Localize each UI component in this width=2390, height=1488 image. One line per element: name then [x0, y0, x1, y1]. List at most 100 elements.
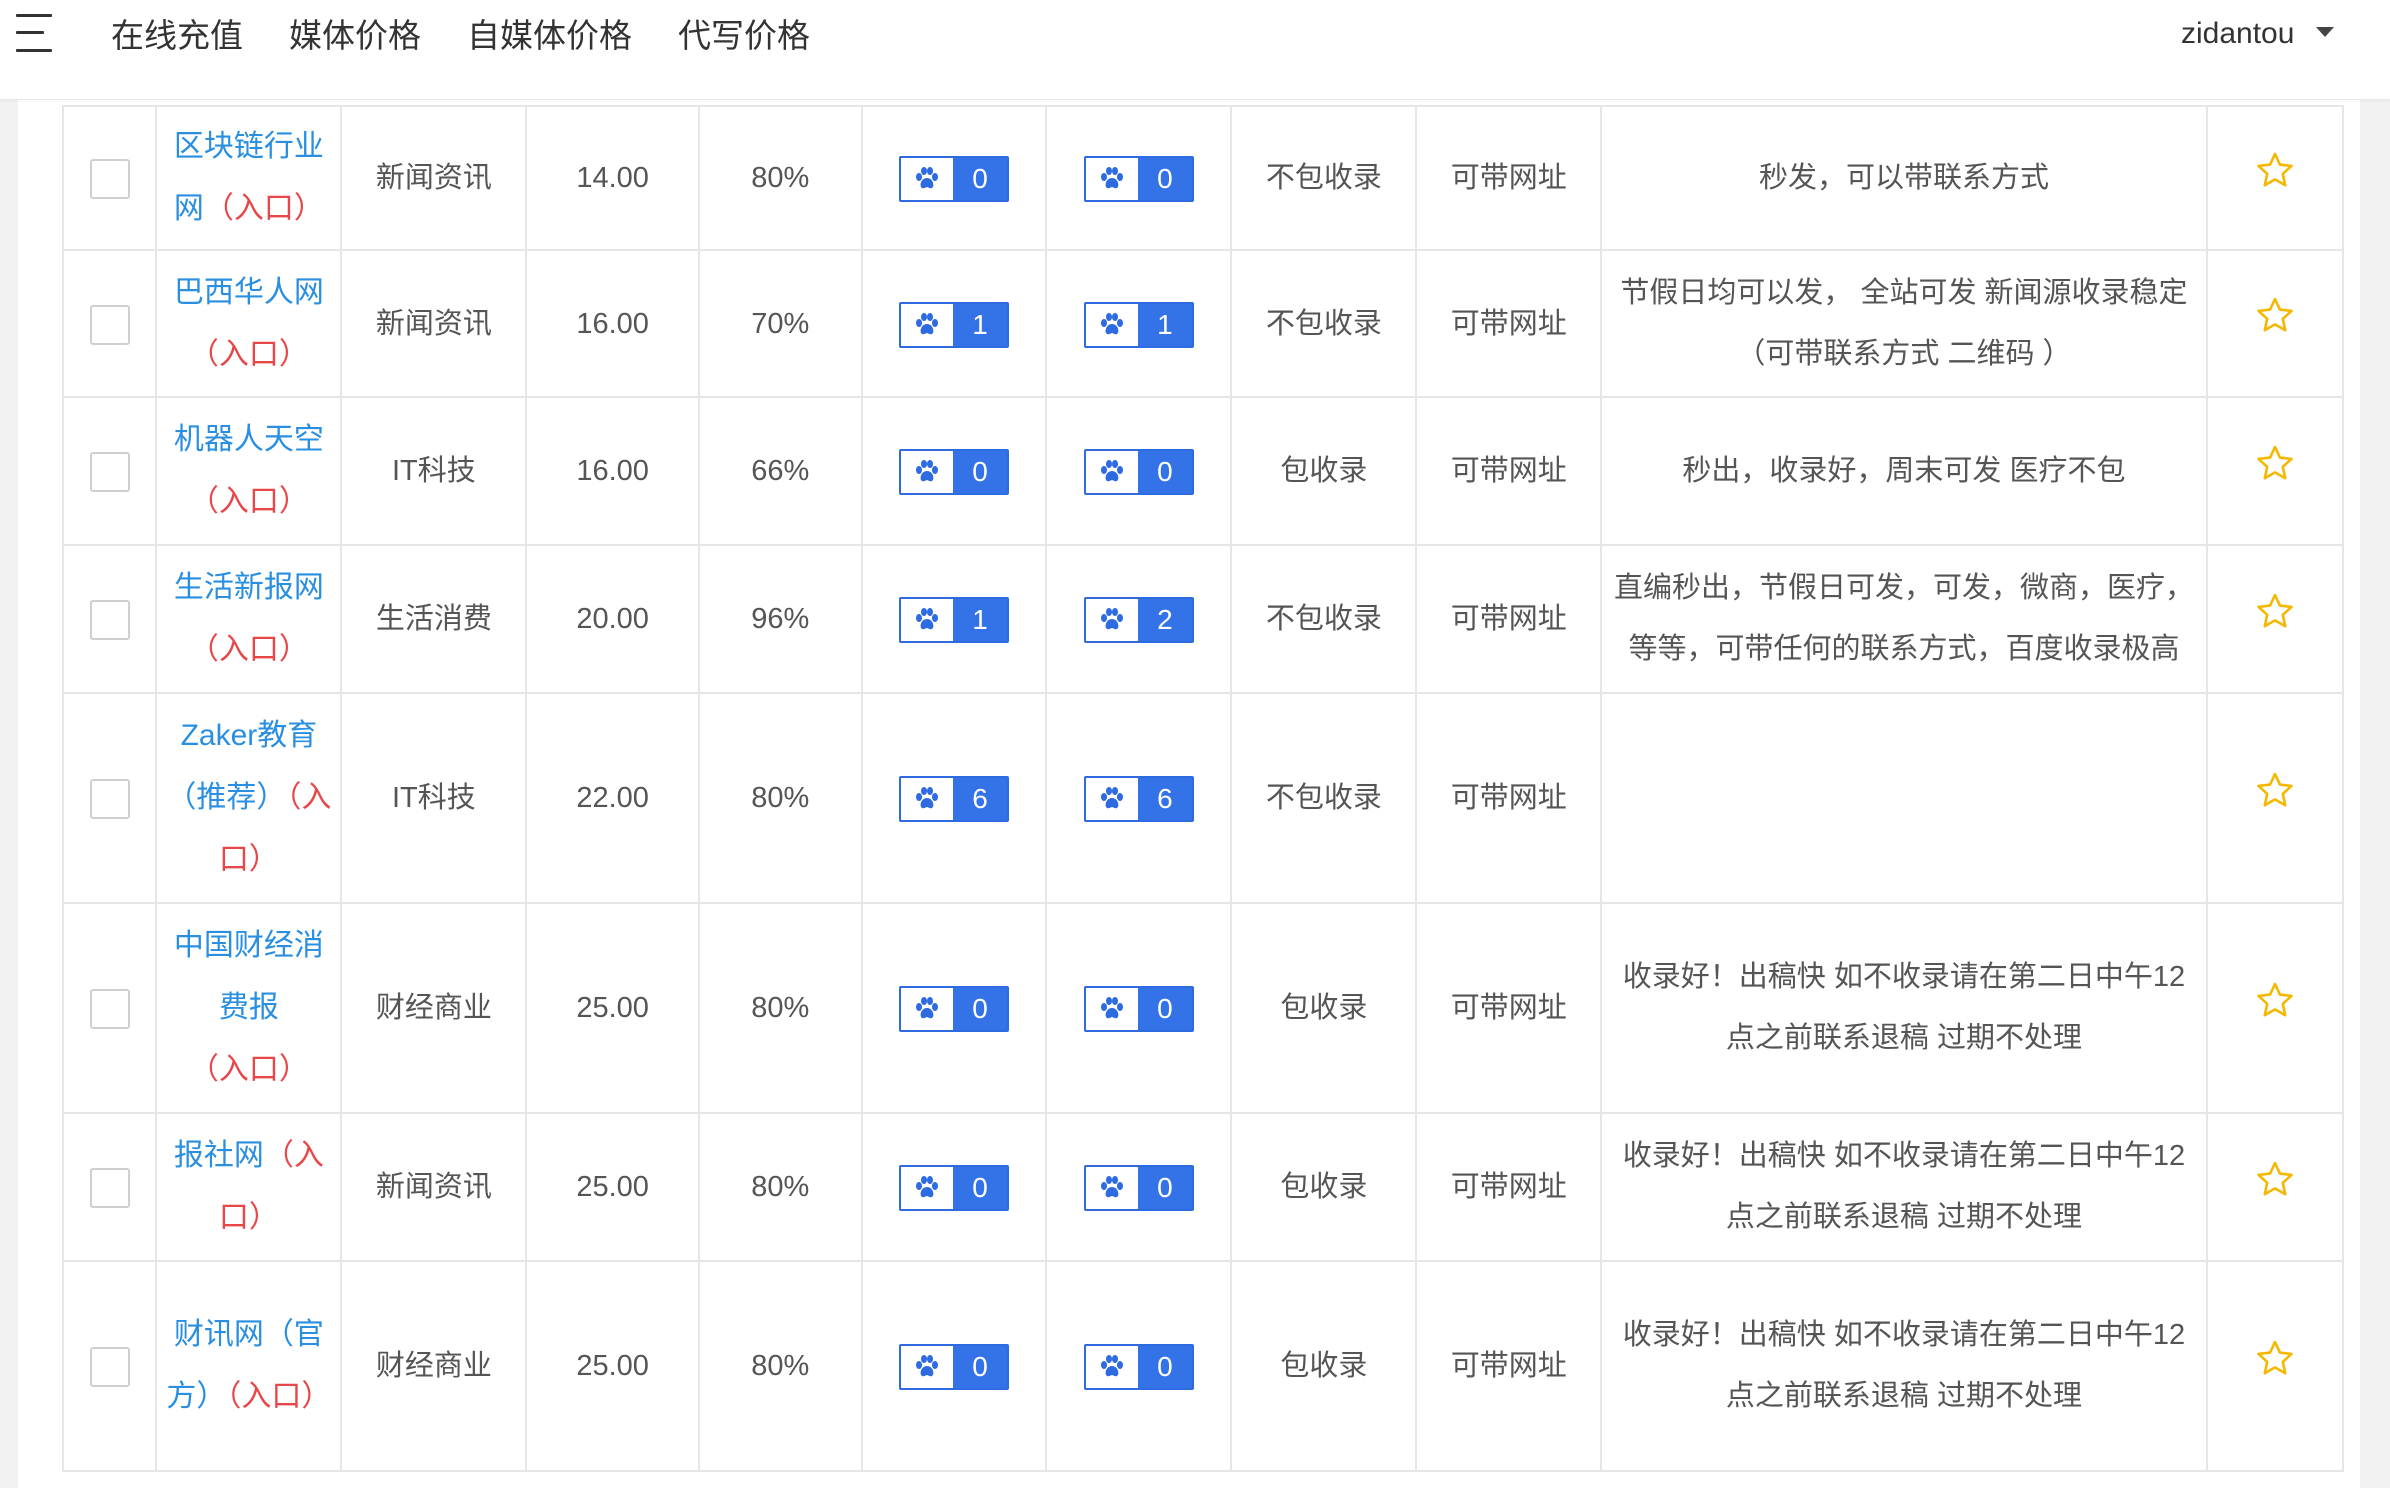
- baidu-mobile-weight-value: 6: [1137, 778, 1192, 821]
- baidu-paw-icon: [1100, 787, 1123, 809]
- baidu-mobile-weight-value: 0: [1137, 1346, 1192, 1389]
- category-cell: IT科技: [340, 692, 528, 904]
- rate-cell: 80%: [698, 692, 863, 904]
- favorite-cell: [2205, 692, 2345, 904]
- star-icon[interactable]: [2256, 293, 2294, 355]
- price-cell: 16.00: [525, 249, 700, 398]
- nav-media-price[interactable]: 媒体价格: [289, 0, 421, 72]
- baidu-mobile-weight-badge: 0: [1083, 1165, 1194, 1212]
- baidu-paw-icon: [1085, 778, 1138, 821]
- price-cell: 25.00: [525, 1112, 700, 1262]
- baidu-mobile-weight-badge: 0: [1083, 156, 1194, 203]
- baidu-paw-icon: [1085, 303, 1138, 346]
- note-cell: 秒出，收录好，周末可发 医疗不包: [1600, 396, 2208, 546]
- top-header: 在线充值 媒体价格 自媒体价格 代写价格 zidantou: [0, 0, 2390, 100]
- category-cell: 生活消费: [340, 544, 528, 694]
- category-cell: 新闻资讯: [340, 1112, 528, 1262]
- nav-ghostwrite-price[interactable]: 代写价格: [678, 0, 810, 72]
- media-name-link[interactable]: 中国财经消费报: [174, 929, 324, 1024]
- note-cell: 秒发，可以带联系方式: [1600, 105, 2208, 251]
- baidu-pc-cell: 0: [860, 105, 1048, 251]
- baidu-paw-icon: [916, 312, 939, 335]
- baidu-paw-icon: [916, 460, 939, 482]
- baidu-pc-cell: 0: [860, 396, 1048, 546]
- media-name-link[interactable]: 生活新报网: [174, 571, 324, 604]
- rate-cell: 96%: [698, 544, 863, 694]
- scrollbar[interactable]: [2372, 99, 2390, 1488]
- star-icon[interactable]: [2256, 589, 2294, 651]
- row-checkbox[interactable]: [89, 159, 130, 200]
- favorite-cell: [2205, 249, 2345, 398]
- star-icon[interactable]: [2256, 1157, 2294, 1219]
- link-cell: 可带网址: [1415, 396, 1603, 546]
- link-cell: 可带网址: [1415, 544, 1603, 694]
- row-checkbox[interactable]: [89, 452, 130, 493]
- media-entry-link[interactable]: （入口）: [226, 1380, 331, 1413]
- table-row: 中国财经消费报 （入口） 财经商业 25.00 80% 0 0 包收录 可带网址 收录好！出稿快 …: [61, 902, 2345, 1114]
- note-cell: 收录好！出稿快 如不收录请在第二日中午12点之前联系退稿 过期不处理: [1600, 1112, 2208, 1262]
- baidu-paw-icon: [901, 451, 954, 494]
- baidu-paw-icon: [901, 1167, 954, 1210]
- link-cell: 可带网址: [1415, 902, 1603, 1114]
- media-entry-link[interactable]: （入口）: [189, 633, 309, 666]
- category-cell: 新闻资讯: [340, 249, 528, 398]
- user-menu[interactable]: zidantou: [2181, 0, 2335, 68]
- link-cell: 可带网址: [1415, 1260, 1603, 1472]
- nav-recharge[interactable]: 在线充值: [111, 0, 243, 72]
- table-row: 报社网（入口） 新闻资讯 25.00 80% 0 0 包收录 可带网址 收录好！出稿快 如不收录…: [61, 1112, 2345, 1262]
- media-name-cell: 中国财经消费报 （入口）: [155, 902, 343, 1114]
- price-cell: 14.00: [525, 105, 700, 251]
- select-cell: [61, 692, 158, 904]
- baidu-paw-icon: [1100, 608, 1123, 630]
- baidu-weight-badge: 0: [899, 449, 1010, 496]
- row-checkbox[interactable]: [89, 989, 130, 1030]
- favorite-cell: [2205, 1260, 2345, 1472]
- baidu-paw-icon: [1085, 988, 1138, 1031]
- baidu-mobile-cell: 6: [1045, 692, 1233, 904]
- baidu-mobile-weight-badge: 0: [1083, 986, 1194, 1033]
- inclusion-cell: 包收录: [1230, 902, 1418, 1114]
- price-cell: 20.00: [525, 544, 700, 694]
- username: zidantou: [2181, 17, 2295, 50]
- star-icon[interactable]: [2256, 978, 2294, 1040]
- menu-toggle-icon[interactable]: [16, 14, 52, 54]
- media-name-link[interactable]: 巴西华人网: [174, 276, 324, 309]
- baidu-paw-icon: [916, 997, 939, 1019]
- media-entry-link[interactable]: （入口）: [189, 338, 309, 371]
- price-cell: 16.00: [525, 396, 700, 546]
- row-checkbox[interactable]: [89, 600, 130, 641]
- table-row: 财讯网（官方）（入口） 财经商业 25.00 80% 0 0 包收录 可带网址 收录好！出稿快 …: [61, 1260, 2345, 1472]
- nav-self-media-price[interactable]: 自媒体价格: [467, 0, 632, 72]
- baidu-paw-icon: [901, 158, 954, 201]
- media-entry-link[interactable]: （入口）: [204, 192, 324, 225]
- baidu-paw-icon: [1085, 599, 1138, 642]
- table-row: 生活新报网 （入口） 生活消费 20.00 96% 1 2 不包收录 可带网址 直编秒出，节假日可…: [61, 544, 2345, 694]
- media-entry-link[interactable]: （入口）: [189, 1053, 309, 1086]
- media-entry-link[interactable]: （入口）: [189, 485, 309, 518]
- baidu-pc-cell: 6: [860, 692, 1048, 904]
- baidu-mobile-weight-value: 1: [1137, 303, 1192, 346]
- select-cell: [61, 902, 158, 1114]
- baidu-paw-icon: [901, 778, 954, 821]
- category-cell: 财经商业: [340, 902, 528, 1114]
- star-icon[interactable]: [2256, 1336, 2294, 1398]
- row-checkbox[interactable]: [89, 304, 130, 345]
- link-cell: 可带网址: [1415, 1112, 1603, 1262]
- media-name-link[interactable]: 机器人天空: [174, 423, 324, 456]
- baidu-paw-icon: [901, 988, 954, 1031]
- select-cell: [61, 105, 158, 251]
- baidu-weight-badge: 6: [899, 776, 1010, 823]
- media-name-link[interactable]: 报社网: [174, 1139, 264, 1172]
- row-checkbox[interactable]: [89, 779, 130, 820]
- star-icon[interactable]: [2256, 768, 2294, 830]
- row-checkbox[interactable]: [89, 1347, 130, 1388]
- star-icon[interactable]: [2256, 441, 2294, 503]
- baidu-pc-cell: 0: [860, 1112, 1048, 1262]
- top-nav: 在线充值 媒体价格 自媒体价格 代写价格: [111, 0, 856, 72]
- inclusion-cell: 不包收录: [1230, 692, 1418, 904]
- row-checkbox[interactable]: [89, 1168, 130, 1209]
- price-cell: 25.00: [525, 1260, 700, 1472]
- baidu-mobile-weight-badge: 0: [1083, 449, 1194, 496]
- star-icon[interactable]: [2256, 148, 2294, 210]
- rate-cell: 66%: [698, 396, 863, 546]
